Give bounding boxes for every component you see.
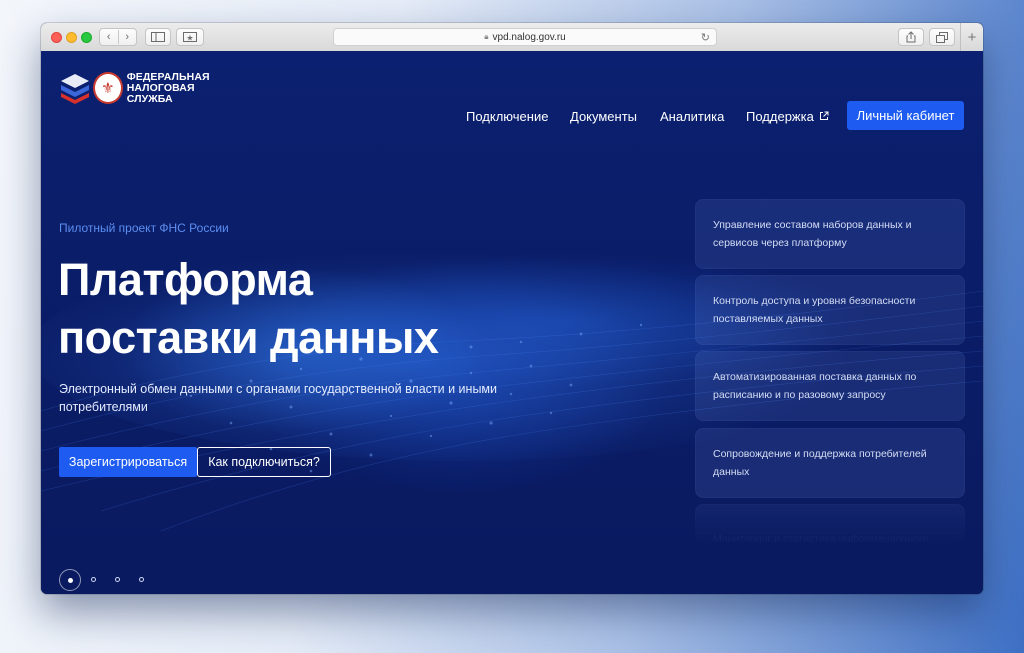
- fns-logo[interactable]: ⚜ ФЕДЕРАЛЬНАЯ НАЛОГОВАЯ СЛУЖБА: [59, 71, 234, 105]
- feature-card-text: Мониторинг и статистика информационного: [713, 533, 929, 542]
- fns-cube-logo: [59, 72, 91, 104]
- logo-line-1: ФЕДЕРАЛЬНАЯ: [126, 70, 210, 83]
- pagination-dot[interactable]: [115, 577, 120, 582]
- svg-text:★: ★: [186, 34, 193, 43]
- nav-support[interactable]: Поддержка: [746, 109, 829, 124]
- feature-card-text: Управление составом наборов данных и сер…: [713, 219, 912, 249]
- nav-support-label: Поддержка: [746, 109, 814, 124]
- pagination-dot[interactable]: [91, 577, 96, 582]
- feature-card-text: Сопровождение и поддержка потребителей д…: [713, 448, 927, 478]
- history-nav: ‹ ›: [99, 28, 137, 46]
- zoom-window-button[interactable]: [81, 32, 92, 43]
- nav-documents[interactable]: Документы: [570, 109, 637, 124]
- forward-button[interactable]: ›: [119, 31, 137, 43]
- feature-card: Сопровождение и поддержка потребителей д…: [695, 428, 965, 498]
- lock-icon: 🔒︎: [484, 32, 489, 41]
- nav-connection[interactable]: Подключение: [466, 109, 548, 124]
- hero-title-line-2: поставки данных: [58, 312, 439, 363]
- how-to-connect-button[interactable]: Как подключиться?: [197, 447, 331, 477]
- external-link-icon: [820, 111, 829, 120]
- feature-card-text: Автоматизированная поставка данных по ра…: [713, 371, 917, 401]
- tabs-overview-button[interactable]: [929, 28, 955, 46]
- feature-card: Автоматизированная поставка данных по ра…: [695, 351, 965, 421]
- pagination-dot-active[interactable]: [59, 569, 81, 591]
- feature-card: Управление составом наборов данных и сер…: [695, 199, 965, 269]
- register-button[interactable]: Зарегистрироваться: [59, 447, 197, 477]
- feature-card-text: Контроль доступа и уровня безопасности п…: [713, 295, 916, 325]
- address-bar[interactable]: 🔒︎ vpd.nalog.gov.ru ↻: [333, 28, 717, 46]
- reload-icon[interactable]: ↻: [701, 31, 710, 44]
- minimize-window-button[interactable]: [66, 32, 77, 43]
- bookmarks-button[interactable]: ★: [176, 28, 204, 46]
- browser-titlebar: ‹ › ★ 🔒︎ vpd.nalog.gov.ru ↻ +: [41, 23, 983, 52]
- share-icon: [906, 31, 916, 43]
- share-button[interactable]: [898, 28, 924, 46]
- back-button[interactable]: ‹: [100, 31, 118, 43]
- personal-cabinet-button[interactable]: Личный кабинет: [847, 101, 964, 130]
- sidebar-toggle-button[interactable]: [145, 28, 171, 46]
- logo-line-2: НАЛОГОВАЯ СЛУЖБА: [126, 81, 195, 105]
- logo-text: ФЕДЕРАЛЬНАЯ НАЛОГОВАЯ СЛУЖБА: [126, 70, 234, 105]
- feature-card-partial: Мониторинг и статистика информационного: [695, 504, 965, 542]
- new-tab-button[interactable]: +: [960, 23, 983, 51]
- hero-eyebrow: Пилотный проект ФНС России: [59, 221, 229, 235]
- hero-title-line-1: Платформа: [58, 254, 313, 305]
- page-viewport: ⚜ ФЕДЕРАЛЬНАЯ НАЛОГОВАЯ СЛУЖБА Подключен…: [41, 51, 983, 594]
- browser-window: ‹ › ★ 🔒︎ vpd.nalog.gov.ru ↻ + ⚜ ФЕДЕРАЛЬ…: [41, 23, 983, 594]
- address-text: vpd.nalog.gov.ru: [492, 31, 566, 43]
- bookmark-star-icon: ★: [183, 32, 197, 42]
- pagination-dot[interactable]: [139, 577, 144, 582]
- nav-analytics[interactable]: Аналитика: [660, 109, 724, 124]
- sidebar-icon: [151, 32, 165, 42]
- close-window-button[interactable]: [51, 32, 62, 43]
- feature-card: Контроль доступа и уровня безопасности п…: [695, 275, 965, 345]
- hero-title: Платформа поставки данных: [58, 251, 439, 367]
- eagle-emblem-icon: ⚜: [93, 72, 123, 104]
- tabs-icon: [936, 31, 948, 43]
- hero-subtitle: Электронный обмен данными с органами гос…: [59, 382, 498, 414]
